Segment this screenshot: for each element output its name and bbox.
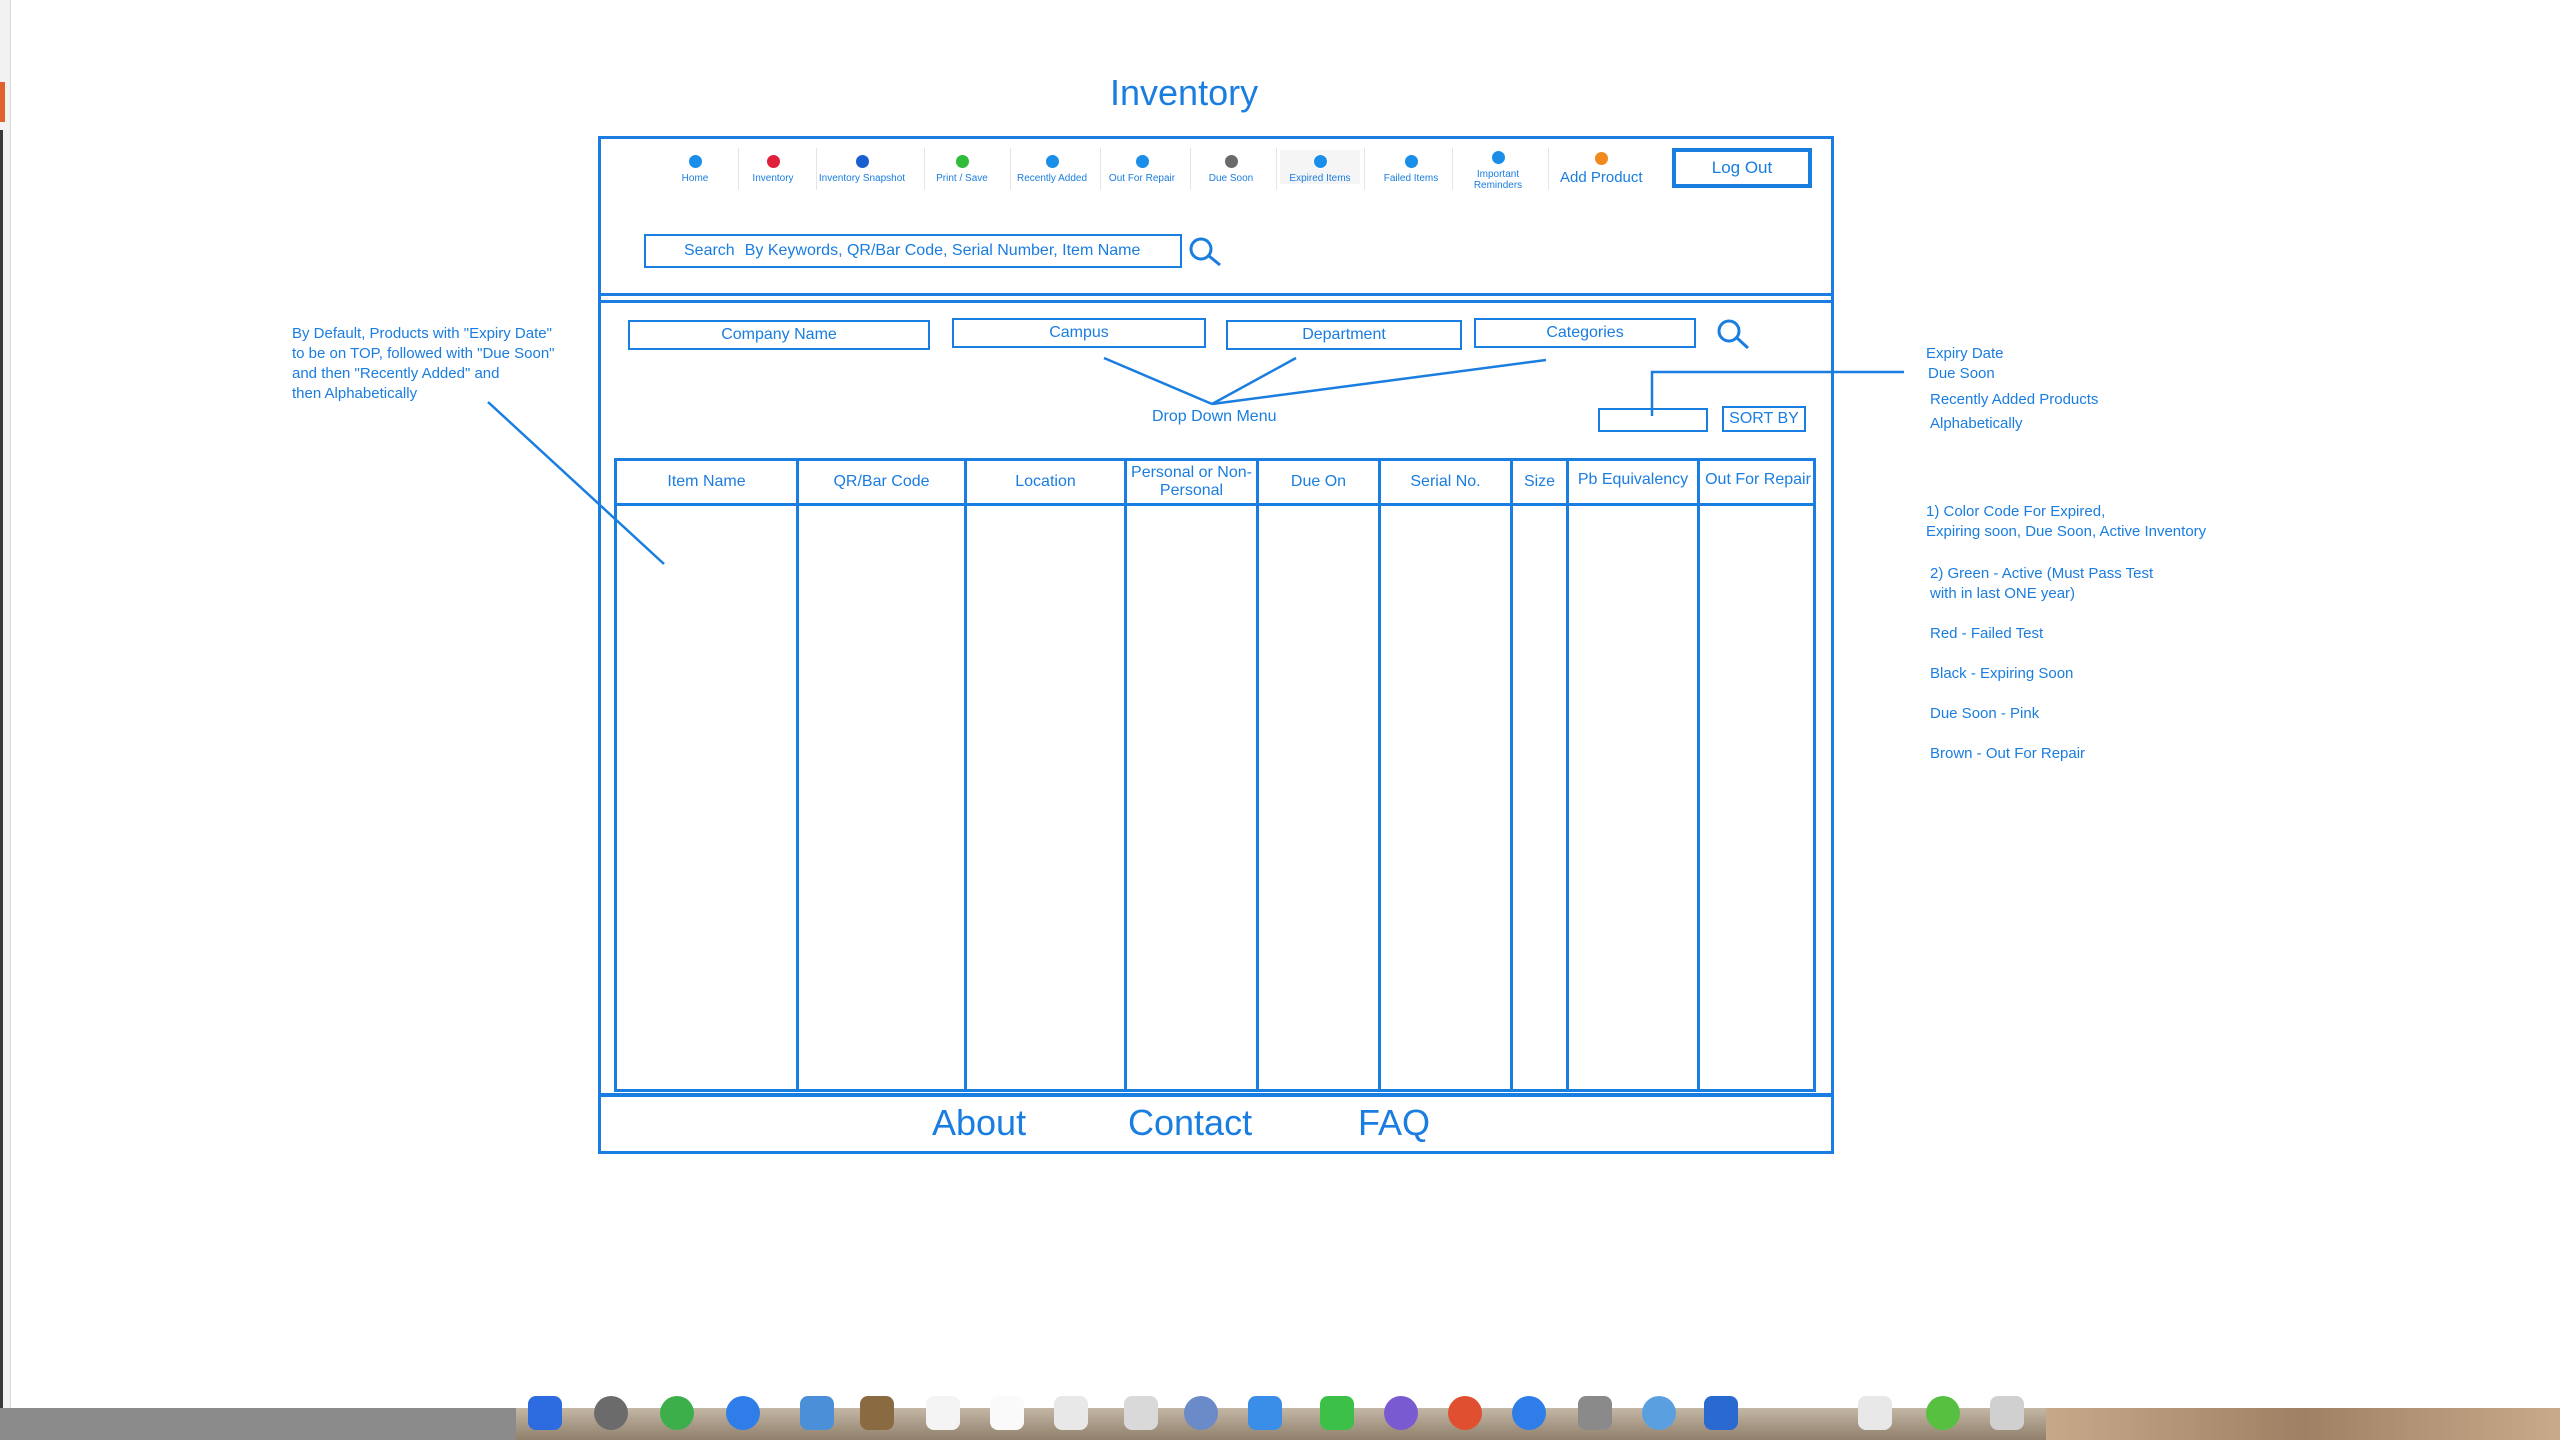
pink-due-soon-note: Due Soon - Pink: [1930, 705, 2040, 722]
column-header-personal[interactable]: Personal or Non-Personal: [1127, 460, 1256, 504]
calendar-icon[interactable]: [926, 1396, 960, 1430]
documents-icon[interactable]: [1858, 1396, 1892, 1430]
messages-icon[interactable]: [1248, 1396, 1282, 1430]
footer-faq-link[interactable]: FAQ: [1358, 1102, 1430, 1144]
column-header-size[interactable]: Size: [1513, 460, 1566, 504]
sort-select[interactable]: [1598, 408, 1708, 432]
note-line: then Alphabetically: [292, 385, 418, 402]
column-header-pb-equivalency[interactable]: Pb Equivalency: [1569, 458, 1697, 502]
note-line: 2) Green - Active (Must Pass Test: [1930, 565, 2154, 582]
table-column-divider: [1510, 458, 1513, 1092]
sort-option-expiry: Expiry Date: [1926, 345, 2004, 362]
table-column-divider: [964, 458, 967, 1092]
note-line: 1) Color Code For Expired,: [1926, 503, 2106, 520]
notes-book-icon[interactable]: [860, 1396, 894, 1430]
contacts-icon[interactable]: [1124, 1396, 1158, 1430]
launchpad-icon[interactable]: [594, 1396, 628, 1430]
globe-icon[interactable]: [1642, 1396, 1676, 1430]
red-failed-note: Red - Failed Test: [1930, 625, 2044, 642]
itunes-icon[interactable]: [1384, 1396, 1418, 1430]
notes-icon[interactable]: [990, 1396, 1024, 1430]
note-line: to be on TOP, followed with "Due Soon": [292, 345, 555, 362]
desktop-wallpaper-right: [2046, 1408, 2560, 1440]
sort-option-alphabetically: Alphabetically: [1930, 415, 2023, 432]
table-column-divider: [1124, 458, 1127, 1092]
sort-option-recently-added: Recently Added Products: [1930, 391, 2099, 408]
color-code-note: 1) Color Code For Expired, Expiring soon…: [1926, 502, 2206, 542]
column-header-qr-bar-code[interactable]: QR/Bar Code: [799, 460, 964, 504]
dropdown-note: Drop Down Menu: [1152, 408, 1277, 425]
reminders-dock-icon[interactable]: [1054, 1396, 1088, 1430]
table-column-divider: [1256, 458, 1259, 1092]
music-icon[interactable]: [1448, 1396, 1482, 1430]
table-column-divider: [1566, 458, 1569, 1092]
note-line: Expiring soon, Due Soon, Active Inventor…: [1926, 523, 2207, 540]
trash-icon[interactable]: [1990, 1396, 2024, 1430]
note-line: with in last ONE year): [1930, 585, 2076, 602]
default-sort-note: By Default, Products with "Expiry Date" …: [292, 324, 592, 404]
column-header-item-name[interactable]: Item Name: [617, 460, 796, 504]
black-expiring-note: Black - Expiring Soon: [1930, 665, 2074, 682]
system-preferences-icon[interactable]: [1578, 1396, 1612, 1430]
desktop-wallpaper-left: [0, 1408, 516, 1440]
footer-about-link[interactable]: About: [932, 1102, 1026, 1144]
green-active-note: 2) Green - Active (Must Pass Test with i…: [1930, 564, 2153, 604]
word-icon[interactable]: [1704, 1396, 1738, 1430]
finder-icon[interactable]: [528, 1396, 562, 1430]
sort-by-button[interactable]: SORT BY: [1722, 406, 1806, 432]
downloads-icon[interactable]: [1926, 1396, 1960, 1430]
column-header-serial-no[interactable]: Serial No.: [1381, 460, 1510, 504]
chrome-icon[interactable]: [660, 1396, 694, 1430]
table-column-divider: [1697, 458, 1700, 1092]
table-column-divider: [796, 458, 799, 1092]
safari-icon[interactable]: [726, 1396, 760, 1430]
app-store-icon[interactable]: [1512, 1396, 1546, 1430]
note-line: and then "Recently Added" and: [292, 365, 500, 382]
sort-option-due-soon: Due Soon: [1928, 365, 1995, 382]
photos-icon[interactable]: [1184, 1396, 1218, 1430]
column-header-due-on[interactable]: Due On: [1259, 460, 1378, 504]
table-column-divider: [1378, 458, 1381, 1092]
inventory-table: [614, 458, 1816, 1092]
note-line: By Default, Products with "Expiry Date": [292, 325, 552, 342]
footer-contact-link[interactable]: Contact: [1128, 1102, 1252, 1144]
preview-icon[interactable]: [800, 1396, 834, 1430]
facetime-icon[interactable]: [1320, 1396, 1354, 1430]
brown-repair-note: Brown - Out For Repair: [1930, 745, 2086, 762]
column-header-location[interactable]: Location: [967, 460, 1124, 504]
column-header-out-for-repair[interactable]: Out For Repair: [1700, 458, 1816, 502]
